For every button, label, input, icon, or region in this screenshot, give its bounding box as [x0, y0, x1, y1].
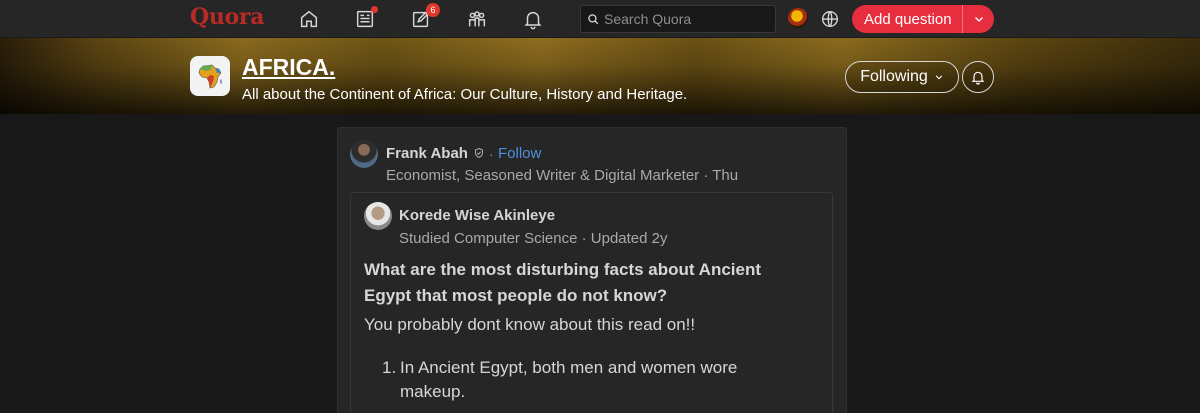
dot-separator: · [489, 146, 494, 162]
follow-author-link[interactable]: Follow [498, 145, 541, 162]
space-notifications-button[interactable] [962, 61, 994, 93]
search-icon [588, 13, 599, 24]
space-description: All about the Continent of Africa: Our C… [242, 86, 688, 103]
add-question-label: Add question [864, 10, 952, 28]
list-number: 1. [382, 358, 397, 377]
author-credential: Economist, Seasoned Writer & Digital Mar… [386, 167, 739, 184]
author-name[interactable]: Frank Abah [386, 145, 468, 162]
globe-icon[interactable] [817, 6, 843, 32]
chevron-down-icon [935, 75, 943, 80]
verified-icon [475, 147, 483, 159]
add-question-dropdown[interactable] [963, 5, 994, 33]
answerer-credential: Studied Computer Science · Updated 2y [399, 230, 668, 247]
africa-map-icon [198, 64, 222, 89]
search-input[interactable] [604, 11, 764, 27]
space-logo[interactable] [190, 56, 230, 96]
answer-icon[interactable]: 6 [408, 3, 440, 32]
question-title[interactable]: What are the most disturbing facts about… [364, 257, 804, 309]
home-icon[interactable] [296, 6, 322, 32]
top-nav: Quora 6 Add question [0, 0, 1200, 38]
add-question-button[interactable]: Add question [852, 5, 994, 33]
chevron-down-icon [974, 17, 983, 22]
following-label: Following [860, 68, 928, 85]
answerer-avatar[interactable] [364, 202, 392, 230]
quora-logo[interactable]: Quora [190, 4, 264, 30]
list-text: In Ancient Egypt, both men and women wor… [400, 358, 738, 401]
profile-avatar[interactable] [788, 8, 808, 28]
unread-dot [371, 6, 378, 13]
author-avatar[interactable] [350, 140, 378, 168]
notifications-bell-icon[interactable] [520, 6, 546, 32]
answer-badge: 6 [426, 3, 440, 17]
space-title[interactable]: AFRICA. [242, 54, 335, 81]
bell-icon [971, 71, 985, 85]
search-box[interactable] [580, 5, 776, 33]
following-feed-icon[interactable] [352, 6, 378, 32]
spaces-icon[interactable] [464, 6, 490, 32]
answer-intro: You probably dont know about this read o… [364, 315, 696, 334]
list-item: 1. In Ancient Egypt, both men and women … [382, 356, 782, 404]
following-button[interactable]: Following [845, 61, 959, 93]
answerer-name[interactable]: Korede Wise Akinleye [399, 207, 555, 224]
